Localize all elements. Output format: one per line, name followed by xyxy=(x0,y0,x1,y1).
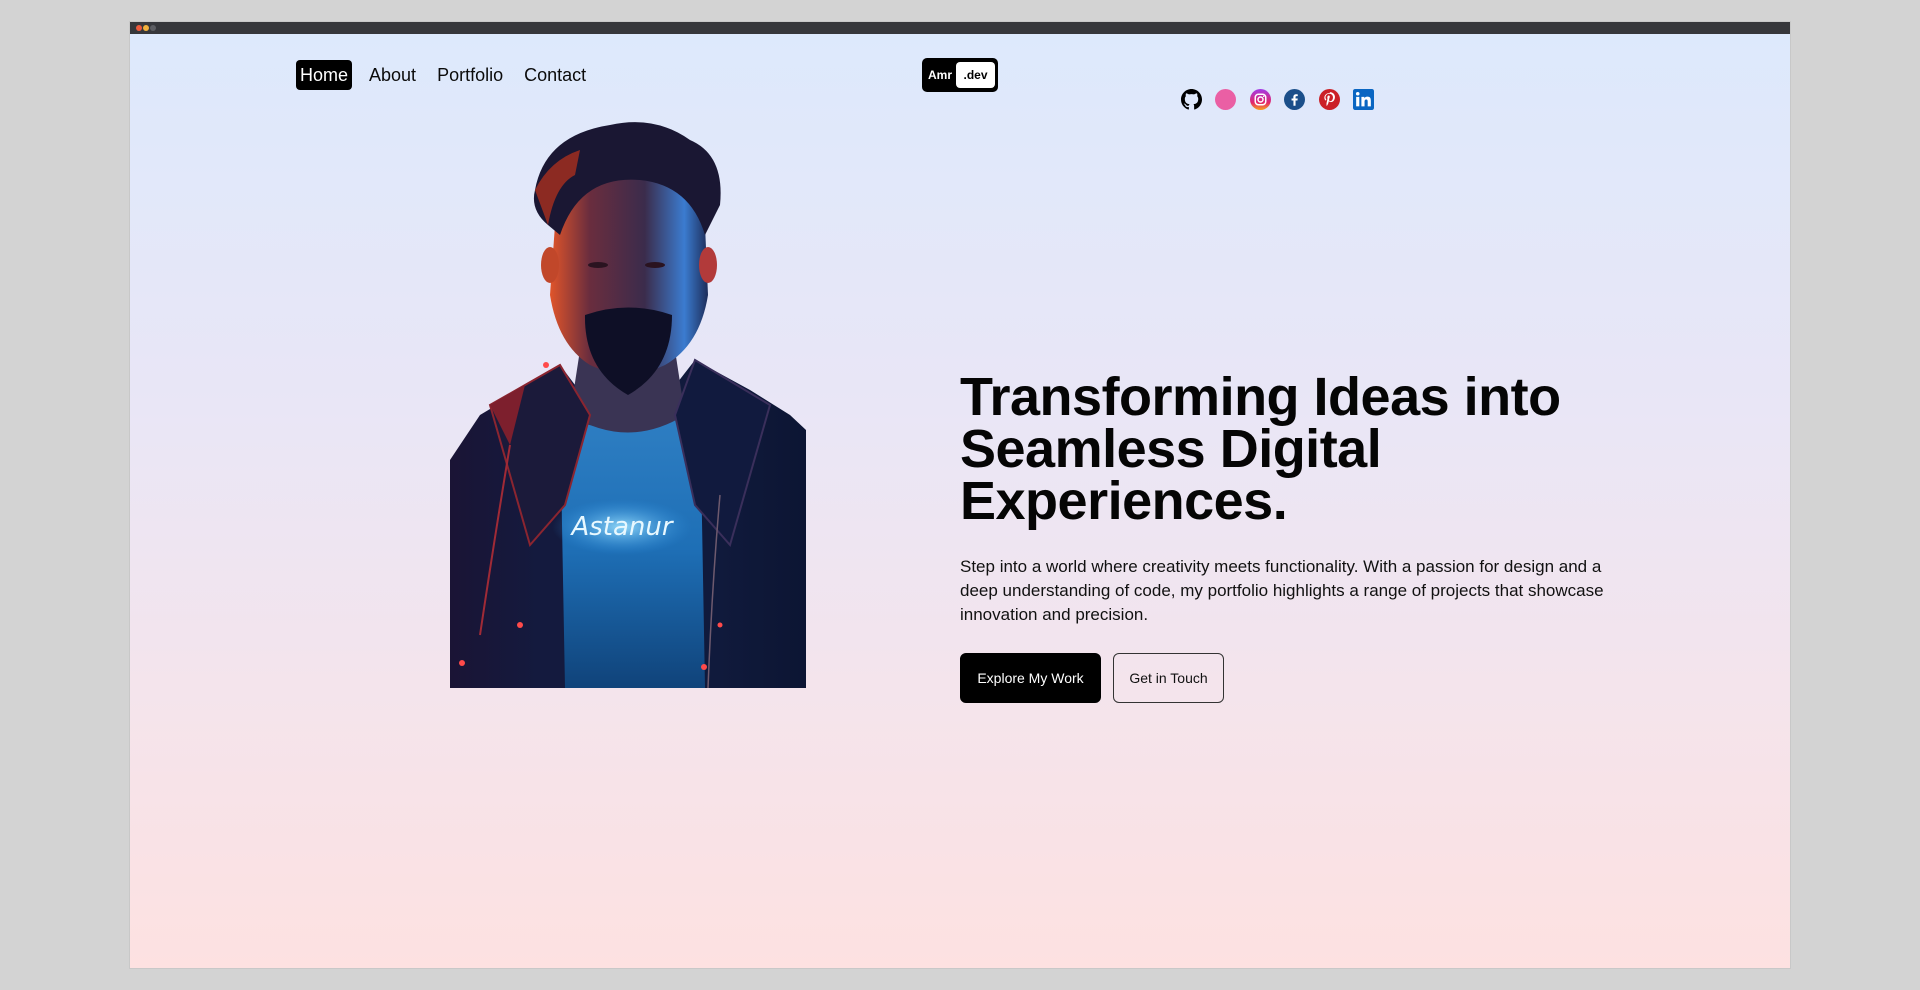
hero-portrait-image: Astanur xyxy=(450,122,806,688)
pinterest-icon xyxy=(1318,88,1340,110)
nav-item-about[interactable]: About xyxy=(365,60,420,90)
instagram-icon xyxy=(1249,88,1271,110)
hero-headline-line-1: Transforming Ideas into xyxy=(960,367,1561,427)
facebook-link[interactable] xyxy=(1284,88,1306,110)
instagram-link[interactable] xyxy=(1249,88,1271,110)
hero-paragraph: Step into a world where creativity meets… xyxy=(960,557,1604,624)
hero-headline: Transforming Ideas into Seamless Digital… xyxy=(960,370,1660,528)
close-window-button[interactable] xyxy=(136,25,142,31)
dribbble-icon xyxy=(1215,88,1237,110)
logo-suffix: .dev xyxy=(956,62,995,88)
linkedin-icon xyxy=(1353,88,1375,110)
nav-item-contact[interactable]: Contact xyxy=(520,60,590,90)
hero-headline-line-2: Seamless Digital xyxy=(960,419,1382,479)
nav-item-home[interactable]: Home xyxy=(296,60,353,90)
maximize-window-button[interactable] xyxy=(150,25,156,31)
site-logo[interactable]: Amr .dev xyxy=(922,58,998,92)
hero-section: Transforming Ideas into Seamless Digital… xyxy=(960,370,1660,703)
logo-prefix: Amr xyxy=(928,68,953,82)
get-in-touch-button[interactable]: Get in Touch xyxy=(1113,653,1224,703)
minimize-window-button[interactable] xyxy=(143,25,149,31)
page-content: Home About Portfolio Contact Amr .dev As… xyxy=(130,34,1790,968)
portrait-shirt-text: Astanur xyxy=(569,512,674,542)
linkedin-link[interactable] xyxy=(1353,88,1375,110)
hero-headline-line-3: Experiences. xyxy=(960,471,1288,531)
explore-my-work-button[interactable]: Explore My Work xyxy=(960,653,1101,703)
nav-item-portfolio[interactable]: Portfolio xyxy=(433,60,507,90)
social-links xyxy=(1180,88,1388,110)
dribbble-link[interactable] xyxy=(1215,88,1237,110)
browser-window: Home About Portfolio Contact Amr .dev As… xyxy=(130,22,1790,968)
hero-actions: Explore My Work Get in Touch xyxy=(960,653,1660,703)
github-link[interactable] xyxy=(1180,88,1202,110)
github-icon xyxy=(1180,88,1202,109)
window-titlebar xyxy=(130,22,1790,34)
main-nav: Home About Portfolio Contact xyxy=(296,60,603,90)
pinterest-link[interactable] xyxy=(1318,88,1340,110)
facebook-icon xyxy=(1284,88,1306,110)
